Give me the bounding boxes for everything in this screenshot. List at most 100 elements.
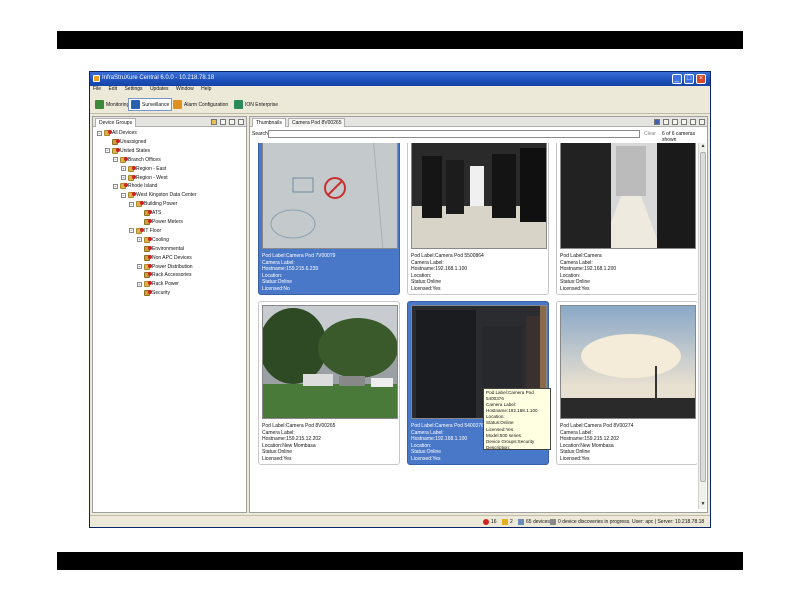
device-group-icon	[112, 147, 120, 154]
collapse-icon[interactable]: −	[129, 201, 134, 207]
alarm-indicator-icon	[124, 156, 128, 161]
tree-node[interactable]: ATS	[137, 209, 161, 217]
camera-info-line: Status:Online	[560, 449, 591, 456]
menu-window[interactable]: Window	[176, 86, 194, 92]
collapse-icon[interactable]: −	[121, 192, 126, 198]
tree-node[interactable]: Non APC Devices	[137, 254, 192, 262]
camera-card[interactable]: Pod Label:Camera Pod 8V00265 Camera Label…	[258, 301, 400, 465]
camera-info-line: Camera Label:	[560, 429, 593, 436]
camera-info-line: Hostname:159.215.12.202	[560, 436, 619, 443]
tree-node[interactable]: Power Meters	[137, 218, 183, 226]
collapse-icon[interactable]: −	[129, 228, 134, 234]
title-bar[interactable]: InfraStruXure Central 6.0.0 - 10.218.78.…	[90, 72, 710, 86]
device-group-icon	[144, 210, 152, 217]
tab-thumbnails[interactable]: Thumbnails	[252, 118, 286, 127]
camera-info-line: Pod Label:Camera Pod 8V00265	[262, 423, 336, 429]
alarm-indicator-icon	[148, 245, 152, 250]
collapse-icon[interactable]: −	[113, 183, 118, 189]
camera-card[interactable]: Pod Label:Camera Pod 8V00274 Camera Label…	[556, 301, 697, 465]
camera-thumbnail[interactable]	[560, 305, 696, 419]
device-group-icon	[144, 236, 152, 243]
scroll-thumb[interactable]	[700, 152, 706, 482]
clear-button[interactable]: Clear	[644, 131, 656, 137]
menu-file[interactable]: File	[93, 86, 101, 92]
tree-node[interactable]: − Rhode Island	[113, 182, 157, 190]
camera-thumbnail[interactable]	[560, 143, 696, 249]
tree-node-label: Region - East	[136, 165, 167, 172]
devices-count: 65 devices	[526, 519, 550, 525]
letterbox-bottom-bar	[57, 552, 743, 570]
tree-node[interactable]: Rack Accessories	[137, 271, 191, 279]
search-row: Search Clear 6 of 6 cameras shown	[250, 129, 707, 143]
camera-thumbnail[interactable]	[262, 143, 398, 249]
devices-status: 65 devices	[518, 519, 550, 525]
monitoring-button[interactable]: Monitoring	[92, 98, 132, 111]
tree-node[interactable]: − Building Power	[129, 200, 177, 208]
expand-icon[interactable]: +	[137, 281, 142, 287]
vertical-scrollbar[interactable]: ▲ ▼	[698, 143, 706, 509]
tree-node[interactable]: − United States	[105, 147, 150, 155]
alarm-indicator-icon	[116, 138, 120, 143]
tree-node-label: Unassigned	[120, 138, 147, 145]
device-group-icon	[104, 130, 112, 136]
scroll-up-button[interactable]: ▲	[699, 143, 707, 151]
group-icon[interactable]	[220, 119, 226, 125]
maximize-panel-icon[interactable]	[699, 119, 705, 125]
tree-node[interactable]: − Branch Offices	[113, 156, 161, 164]
minimize-button[interactable]: _	[672, 74, 682, 84]
camera-view-icon[interactable]	[654, 119, 660, 125]
minimize-panel-icon[interactable]	[229, 119, 235, 125]
collapse-icon[interactable]: −	[113, 157, 118, 163]
camera-thumbnail[interactable]	[411, 143, 547, 249]
fullscreen-icon[interactable]	[663, 119, 669, 125]
search-input[interactable]	[268, 130, 640, 138]
discovery-text: 0 device discoveries in progress.	[558, 519, 631, 525]
tree-node[interactable]: + Rack Power	[137, 280, 179, 288]
maximize-button[interactable]: □	[684, 74, 694, 84]
alarm-indicator-icon	[148, 236, 152, 241]
tree-node-label: Security	[152, 290, 171, 297]
alarm-configuration-button[interactable]: Alarm Configuration	[170, 98, 231, 111]
warning-status[interactable]: 2	[502, 519, 513, 525]
menu-settings[interactable]: Settings	[124, 86, 142, 92]
tree-node[interactable]: Environmental	[137, 245, 184, 253]
maximize-panel-icon[interactable]	[238, 119, 244, 125]
expand-icon[interactable]: +	[137, 237, 142, 243]
surveillance-button[interactable]: Surveillance	[128, 98, 173, 111]
camera-card[interactable]: Pod Label:Camera Pod 7V00079 Camera Label…	[258, 143, 400, 295]
tree-node[interactable]: + Power Distribution	[137, 263, 193, 271]
tree-node[interactable]: + Region - West	[121, 174, 168, 182]
tree-node[interactable]: + Cooling	[137, 236, 169, 244]
tab-device-groups[interactable]: Device Groups	[95, 118, 137, 127]
camera-card[interactable]: Pod Label:Camera Camera Label: Hostname:19…	[556, 143, 697, 295]
scroll-down-button[interactable]: ▼	[699, 501, 707, 509]
close-button[interactable]: ×	[696, 74, 706, 84]
camera-card[interactable]: Pod Label:Camera Pod 5500864 Camera Label…	[407, 143, 549, 295]
grid-view-icon[interactable]	[681, 119, 687, 125]
tree-node[interactable]: Unassigned	[105, 138, 146, 146]
menu-help[interactable]: Help	[201, 86, 211, 92]
camera-thumbnail[interactable]	[262, 305, 398, 419]
menu-updates[interactable]: Updates	[150, 86, 169, 92]
expand-icon[interactable]: +	[137, 264, 142, 269]
tree-node[interactable]: − IT Floor	[129, 227, 161, 235]
refresh-icon[interactable]	[672, 119, 678, 125]
alarm-status[interactable]: 16	[483, 519, 497, 525]
minimize-panel-icon[interactable]	[690, 119, 696, 125]
camera-info-line: Status:Online	[560, 279, 591, 286]
collapse-icon[interactable]: −	[97, 130, 102, 136]
ion-enterprise-button[interactable]: ION Enterprise	[231, 98, 281, 111]
collapse-icon[interactable]: −	[105, 148, 110, 154]
expand-icon[interactable]: +	[121, 175, 126, 180]
tree-node[interactable]: + Region - East	[121, 165, 166, 173]
tab-camera-pod[interactable]: Camera Pod 8V00265	[288, 118, 346, 127]
expand-icon[interactable]: +	[121, 166, 126, 172]
alarm-indicator-icon	[116, 147, 120, 152]
tree-node[interactable]: Security	[137, 289, 170, 297]
window-title: InfraStruXure Central 6.0.0 - 10.218.78.…	[102, 75, 215, 81]
tree-node[interactable]: − All Devices	[97, 129, 137, 137]
folder-icon[interactable]	[211, 119, 217, 125]
tree-node[interactable]: − West Kingston Data Center	[121, 191, 197, 199]
menu-edit[interactable]: Edit	[108, 86, 117, 92]
